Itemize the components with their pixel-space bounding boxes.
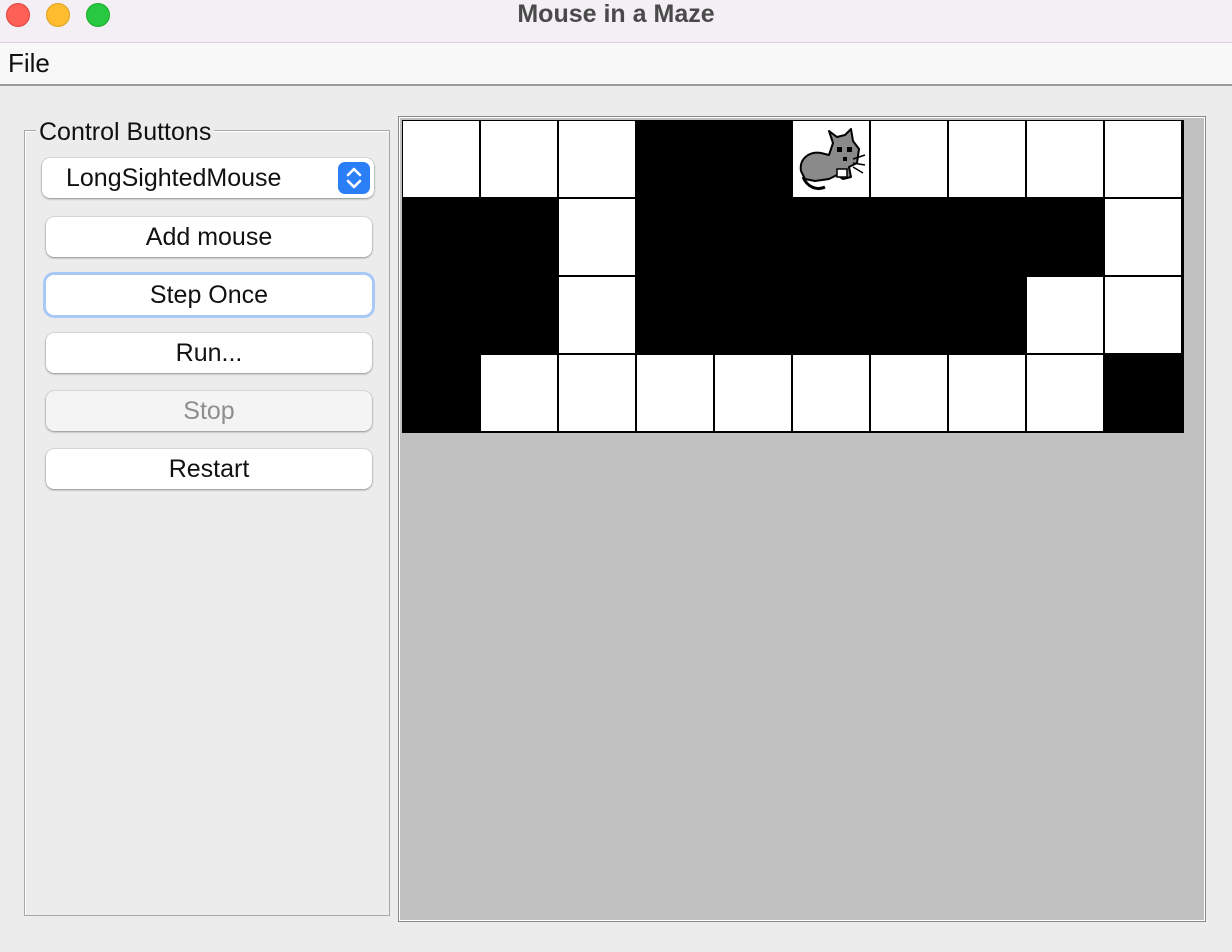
maze-open-cell	[481, 355, 557, 431]
maze-open-cell	[1105, 277, 1181, 353]
mouse-type-select[interactable]: LongSightedMouse	[42, 158, 374, 198]
maze-wall-cell	[715, 121, 791, 197]
window-title: Mouse in a Maze	[517, 0, 715, 28]
maze-wall-cell	[715, 277, 791, 353]
maze-open-cell	[481, 121, 557, 197]
maze-open-cell	[871, 355, 947, 431]
maze-wall-cell	[793, 199, 869, 275]
maze-open-cell	[559, 121, 635, 197]
maze-open-cell	[793, 355, 869, 431]
maze-wall-cell	[949, 199, 1025, 275]
control-panel-legend: Control Buttons	[36, 117, 215, 147]
maze-open-cell	[559, 277, 635, 353]
maze-open-cell	[403, 121, 479, 197]
maze-grid	[402, 120, 1184, 433]
maze-wall-cell	[403, 277, 479, 353]
menu-bar: File	[0, 43, 1232, 86]
maze-open-cell	[1027, 121, 1103, 197]
maze-open-cell	[1105, 121, 1181, 197]
maze-wall-cell	[637, 121, 713, 197]
maze-open-cell	[637, 355, 713, 431]
title-bar: Mouse in a Maze	[0, 0, 1232, 43]
maze-wall-cell	[637, 199, 713, 275]
maze-wall-cell	[871, 277, 947, 353]
maze-wall-cell	[481, 199, 557, 275]
maze-open-cell	[559, 199, 635, 275]
maze-open-cell	[715, 355, 791, 431]
stop-button[interactable]: Stop	[46, 391, 372, 431]
maze-wall-cell	[715, 199, 791, 275]
run-button[interactable]: Run...	[46, 333, 372, 373]
menu-file[interactable]: File	[8, 48, 50, 79]
step-once-button[interactable]: Step Once	[46, 275, 372, 315]
mouse-sprite-icon	[793, 121, 869, 197]
add-mouse-button[interactable]: Add mouse	[46, 217, 372, 257]
maze-open-cell	[949, 121, 1025, 197]
maze-open-cell	[871, 121, 947, 197]
maze-wall-cell	[637, 277, 713, 353]
maze-wall-cell	[871, 199, 947, 275]
maze-wall-cell	[793, 277, 869, 353]
maze-open-cell	[559, 355, 635, 431]
maze-open-cell	[949, 355, 1025, 431]
maze-wall-cell	[1027, 199, 1103, 275]
maze-wall-cell	[403, 355, 479, 431]
chevron-up-down-icon	[338, 162, 370, 194]
maze-wall-cell	[949, 277, 1025, 353]
maze-open-cell	[1105, 199, 1181, 275]
mouse-type-select-value: LongSightedMouse	[66, 164, 282, 192]
maze-open-cell	[1027, 355, 1103, 431]
maze-wall-cell	[403, 199, 479, 275]
restart-button[interactable]: Restart	[46, 449, 372, 489]
maze-wall-cell	[1105, 355, 1181, 431]
maze-wall-cell	[481, 277, 557, 353]
maze-open-cell	[1027, 277, 1103, 353]
